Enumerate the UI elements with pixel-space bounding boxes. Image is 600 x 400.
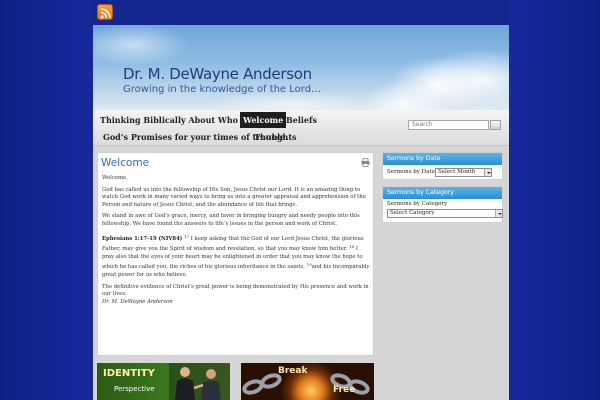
widget-heading: Sermons by Category: [383, 187, 502, 199]
site-title[interactable]: Dr. M. DeWayne Anderson: [123, 65, 312, 83]
paragraph-1: God has called us into the fellowship of…: [102, 186, 366, 208]
sermons-by-category-widget: Sermons by Category Sermons by Category …: [382, 186, 503, 223]
greeting: Welcome,: [102, 175, 128, 181]
widget-label: Sermons by Category: [387, 201, 448, 207]
top-bar: [93, 0, 509, 25]
banner-word: Free: [333, 385, 356, 395]
paragraph-2: We stand in awe of God’s grace, mercy, a…: [102, 213, 360, 227]
page-title: Welcome: [101, 157, 150, 169]
site-tagline: Growing in the knowledge of the Lord…: [123, 84, 322, 95]
category-select[interactable]: Select Category: [387, 209, 503, 218]
sermons-by-date-widget: Sermons by Date Sermons by Date Select M…: [382, 152, 503, 180]
rss-icon[interactable]: [97, 4, 113, 20]
verse-reference: Ephesians 1:17-19 (NIV84): [102, 235, 183, 242]
category-select-value: Select Category: [390, 210, 435, 216]
nav-item-thoughts[interactable]: Thoughts: [251, 129, 300, 145]
page-wrapper: Dr. M. DeWayne Anderson Growing in the k…: [93, 25, 509, 400]
scripture-paragraph: Ephesians 1:17-19 (NIV84) 17 I keep aski…: [102, 233, 370, 280]
identity-perspective-banner[interactable]: IDENTITY Perspective: [97, 363, 230, 400]
print-icon[interactable]: [361, 158, 370, 167]
verse-number: 17: [184, 233, 190, 239]
month-select-value: Select Month: [438, 169, 476, 175]
site-header-banner: Dr. M. DeWayne Anderson Growing in the k…: [93, 25, 509, 110]
verse-number: 18: [349, 244, 355, 250]
people-figures-icon: [169, 363, 230, 400]
banner-word: Break: [278, 366, 308, 376]
search-button[interactable]: [490, 120, 501, 130]
break-free-banner[interactable]: Break Free: [241, 363, 374, 400]
paragraph-3: The definitive evidence of Christ’s grea…: [102, 283, 369, 298]
month-select[interactable]: Select Month: [435, 168, 492, 177]
nav-item-welcome[interactable]: Welcome: [240, 112, 287, 128]
widget-heading: Sermons by Date: [383, 153, 502, 165]
banner-word: Perspective: [114, 385, 155, 393]
main-content: Welcome Welcome, God has called us into …: [97, 152, 374, 356]
chevron-down-icon: [495, 210, 502, 217]
nav-item-beliefs[interactable]: Beliefs: [283, 112, 320, 128]
banner-word: IDENTITY: [103, 368, 155, 379]
widget-label: Sermons by Date: [387, 169, 435, 175]
signature: Dr. M. DeWayne Anderson: [102, 298, 173, 305]
welcome-body: Welcome, God has called us into the fell…: [102, 175, 370, 310]
chevron-down-icon: [484, 169, 491, 176]
search-input[interactable]: Search: [408, 120, 489, 130]
